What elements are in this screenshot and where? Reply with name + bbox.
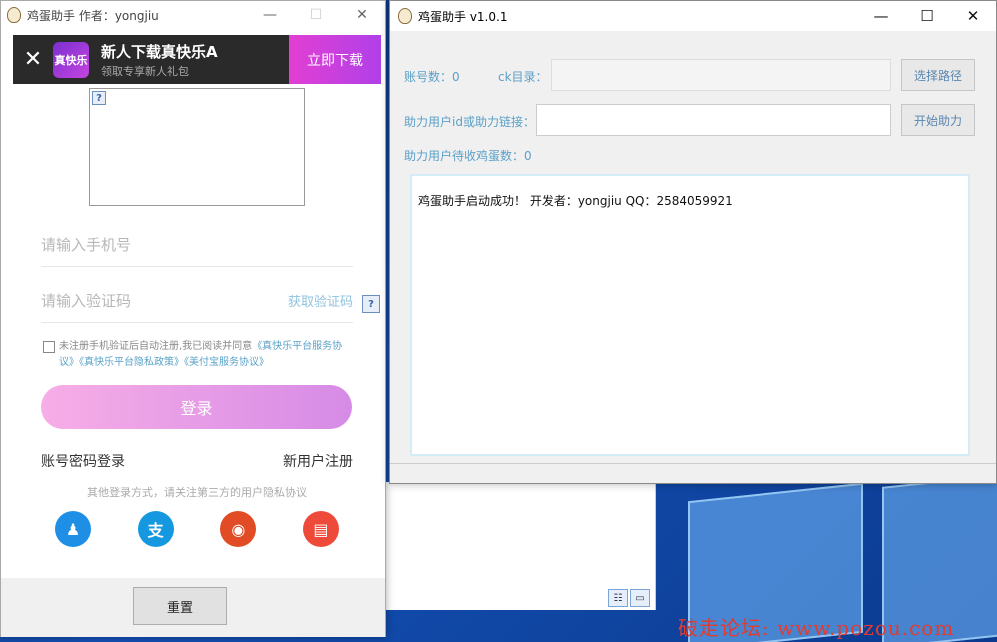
captcha-image[interactable]: ? <box>89 88 305 206</box>
pending-eggs-label: 助力用户待收鸡蛋数：0 <box>404 149 532 163</box>
other-login-tip: 其他登录方式，请关注第三方的用户隐私协议 <box>87 486 307 499</box>
start-help-button[interactable]: 开始助力 <box>901 104 975 136</box>
horizontal-scrollbar[interactable] <box>390 463 996 481</box>
details-view-icon[interactable]: ☷ <box>608 589 628 607</box>
login-panel: ✕ 真快乐 新人下载真快乐A 领取专享新人礼包 立即下载 ? 请输入手机号 请输… <box>13 35 381 578</box>
minimize-button[interactable]: — <box>858 1 904 31</box>
help-id-label: 助力用户id或助力链接： <box>404 115 535 129</box>
pay-agreement-link[interactable]: 《美付宝服务协议》 <box>184 357 269 368</box>
broken-image-icon: ? <box>362 295 380 313</box>
password-login-link[interactable]: 账号密码登录 <box>41 451 125 471</box>
qq-icon[interactable]: ♟ <box>55 511 91 547</box>
get-code-link[interactable]: 获取验证码 <box>288 291 353 310</box>
egg-app-icon <box>398 8 412 24</box>
phone-input[interactable]: 请输入手机号 <box>41 223 353 267</box>
help-id-input[interactable] <box>536 104 891 136</box>
privacy-policy-link[interactable]: 《真快乐平台隐私政策》 <box>79 357 184 368</box>
broken-image-icon: ? <box>92 91 106 105</box>
forum-watermark: 破走论坛: www.pozou.com <box>678 616 955 640</box>
alipay-icon[interactable]: 支 <box>137 511 174 547</box>
agreement-text: 未注册手机验证后自动注册,我已阅读并同意《真快乐平台服务协议》《真快乐平台隐私政… <box>43 339 355 371</box>
verification-code-input[interactable]: 请输入验证码 获取验证码 <box>41 279 353 323</box>
login-button[interactable]: 登录 <box>41 385 352 429</box>
promo-subtitle: 领取专享新人礼包 <box>101 64 189 78</box>
view-mode-toggle[interactable]: ☷ ▭ <box>608 589 650 607</box>
maximize-button: ☐ <box>309 7 323 23</box>
login-window-footer: 重置 <box>1 578 385 637</box>
ck-dir-label: ck目录： <box>498 70 548 84</box>
close-button[interactable]: ✕ <box>339 1 385 29</box>
egg-app-icon <box>7 7 21 23</box>
code-placeholder: 请输入验证码 <box>41 292 132 310</box>
login-window: 鸡蛋助手 作者：yongjiu — ☐ ✕ ✕ 真快乐 新人下载真快乐A 领取专… <box>0 0 386 637</box>
register-link[interactable]: 新用户注册 <box>283 451 353 471</box>
login-window-titlebar[interactable]: 鸡蛋助手 作者：yongjiu — ☐ ✕ <box>1 1 385 29</box>
log-line: 鸡蛋助手启动成功！ 开发者：yongjiu QQ：2584059921 <box>418 194 733 208</box>
close-button[interactable]: ✕ <box>950 1 996 31</box>
minimize-button[interactable]: — <box>247 1 293 29</box>
phone-placeholder: 请输入手机号 <box>41 236 132 254</box>
promo-close-icon[interactable]: ✕ <box>13 47 53 72</box>
choose-path-button[interactable]: 选择路径 <box>901 59 975 91</box>
egg-helper-titlebar[interactable]: 鸡蛋助手 v1.0.1 — ☐ ✕ <box>390 1 996 31</box>
promo-title: 新人下载真快乐A <box>101 42 218 61</box>
weibo-icon[interactable]: ◉ <box>220 511 257 547</box>
egg-helper-window: 鸡蛋助手 v1.0.1 — ☐ ✕ 账号数：0 ck目录： 选择路径 助力用户i… <box>389 0 997 484</box>
preview-view-icon[interactable]: ▭ <box>630 589 650 607</box>
download-now-button[interactable]: 立即下载 <box>289 35 381 84</box>
app-logo: 真快乐 <box>53 41 89 78</box>
login-window-title: 鸡蛋助手 作者：yongjiu <box>27 8 159 23</box>
card-icon[interactable]: ▤ <box>302 511 339 547</box>
social-login-row: ♟ 支 ◉ ▤ <box>55 511 339 547</box>
log-output[interactable]: 鸡蛋助手启动成功！ 开发者：yongjiu QQ：2584059921 <box>410 174 970 456</box>
maximize-button[interactable]: ☐ <box>904 1 950 31</box>
egg-helper-title: 鸡蛋助手 v1.0.1 <box>418 9 508 24</box>
agree-checkbox[interactable] <box>43 341 55 353</box>
account-count-label: 账号数：0 <box>404 70 460 84</box>
promo-banner: ✕ 真快乐 新人下载真快乐A 领取专享新人礼包 立即下载 <box>13 35 381 84</box>
ck-dir-input <box>551 59 891 91</box>
reset-button[interactable]: 重置 <box>133 587 227 625</box>
